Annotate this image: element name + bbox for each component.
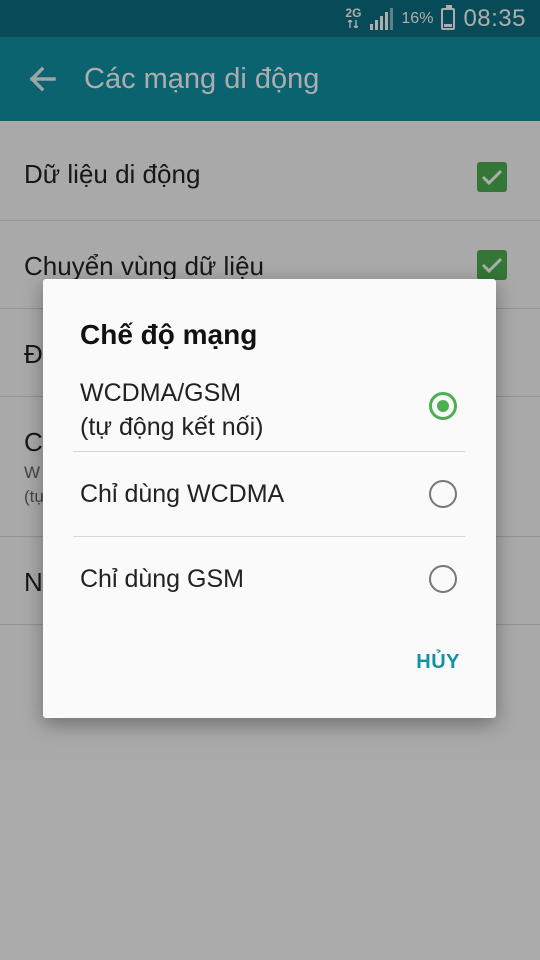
network-mode-dialog: Chế độ mạng WCDMA/GSM (tự động kết nối) … <box>43 279 496 718</box>
option-sub-label: (tự động kết nối) <box>80 413 264 441</box>
radio-selected[interactable] <box>429 392 457 420</box>
option-label: WCDMA/GSM <box>80 379 242 407</box>
radio-unselected[interactable] <box>429 480 457 508</box>
cancel-button[interactable]: HỦY <box>416 651 460 674</box>
radio-unselected[interactable] <box>429 565 457 593</box>
option-gsm-only[interactable]: Chỉ dùng GSM <box>73 537 465 621</box>
option-wcdma-only[interactable]: Chỉ dùng WCDMA <box>73 452 465 536</box>
option-label: Chỉ dùng WCDMA <box>80 480 285 508</box>
option-wcdma-gsm[interactable]: WCDMA/GSM (tự động kết nối) <box>73 375 465 449</box>
option-label: Chỉ dùng GSM <box>80 565 244 593</box>
dialog-title: Chế độ mạng <box>80 319 258 350</box>
